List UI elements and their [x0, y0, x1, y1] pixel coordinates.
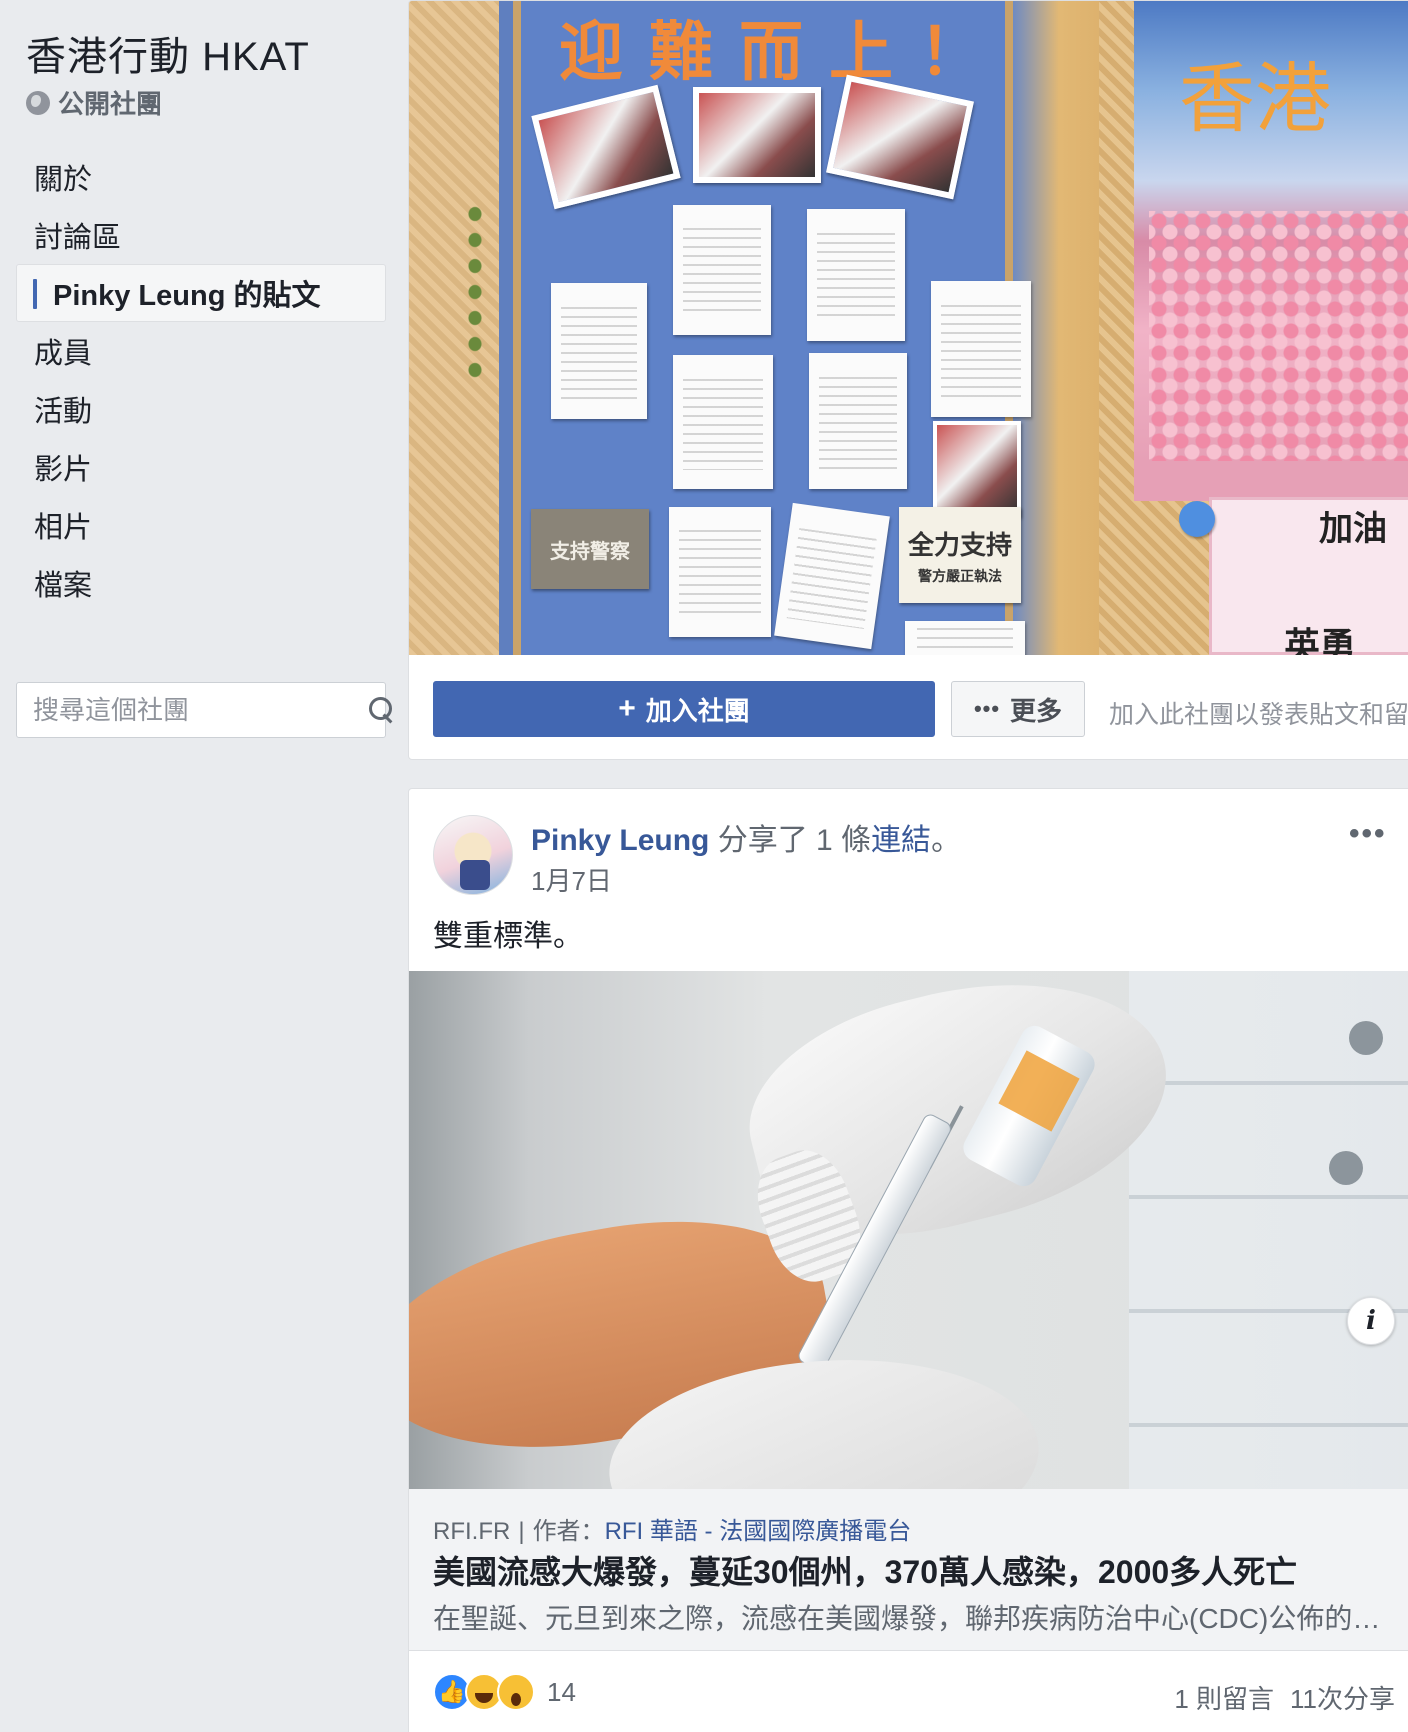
post-message: 雙重標準。: [433, 920, 583, 953]
more-button[interactable]: ••• 更多: [951, 681, 1085, 737]
search-input[interactable]: [33, 694, 368, 726]
support-sign: 全力支持 警方嚴正執法: [899, 507, 1021, 603]
info-icon[interactable]: i: [1347, 1297, 1395, 1345]
board-document: [774, 502, 890, 650]
board-document: [809, 353, 907, 489]
post-footer: 👍 14 1 則留言 11次分享: [409, 1651, 1408, 1732]
small-sign: 支持警察: [531, 509, 649, 589]
post-stats: 1 則留言 11次分享: [1174, 1679, 1395, 1716]
group-title[interactable]: 香港行動 HKAT: [26, 24, 310, 82]
group-sidebar: 香港行動 HKAT 公開社團 關於 討論區 Pinky Leung 的貼文 成員…: [0, 0, 408, 1732]
plant-decoration: [463, 201, 487, 381]
nav-item-discussion[interactable]: 討論區: [16, 206, 386, 264]
post-timestamp[interactable]: 1月7日: [531, 861, 612, 898]
board-document: [669, 507, 771, 637]
nav-item-about[interactable]: 關於: [16, 148, 386, 206]
link-source: RFI.FR | 作者：RFI 華語 - 法國國際廣播電台: [433, 1511, 911, 1546]
board-document: [931, 281, 1031, 417]
reaction-summary[interactable]: 👍 14: [433, 1673, 576, 1711]
nav-item-events[interactable]: 活動: [16, 380, 386, 438]
wow-reaction-icon: [497, 1673, 535, 1711]
board-title: 迎難而上！: [559, 15, 1009, 90]
board-photo: [933, 421, 1021, 517]
join-group-button[interactable]: + 加入社團: [433, 681, 935, 737]
board-document: [807, 209, 905, 341]
more-label: 更多: [1010, 695, 1063, 726]
link-author-prefix: 作者：: [532, 1518, 605, 1545]
link-description: 在聖誕、元旦到來之際，流感在美國爆發，聯邦疾病防治中心(CDC)公佈的最新數據顯…: [433, 1603, 1395, 1634]
post-options-icon[interactable]: •••: [1349, 817, 1387, 851]
board-document: [905, 621, 1025, 655]
group-search: [16, 682, 392, 738]
link-preview-meta[interactable]: RFI.FR | 作者：RFI 華語 - 法國國際廣播電台 美國流感大爆發，蔓延30…: [409, 1489, 1408, 1651]
post-header: Pinky Leung 分享了 1 條連結。: [531, 815, 961, 859]
cabinet-knob: [1329, 1151, 1363, 1185]
globe-icon: [26, 90, 50, 115]
heart-notes: [1149, 211, 1408, 461]
support-sign-subtext: 警方嚴正執法: [918, 568, 1002, 585]
join-hint: 加入此社團以發表貼文和留言: [1109, 701, 1408, 729]
cabinet-knob: [1349, 1021, 1383, 1055]
group-cover-card: 迎難而上！ 支持警察 全力支持 警方嚴正執法 香港 加油 英勇 + 加入社團 •…: [408, 0, 1408, 760]
plus-icon: +: [618, 692, 636, 725]
search-icon[interactable]: [368, 696, 392, 724]
nav-item-photos[interactable]: 相片: [16, 496, 386, 554]
author-avatar[interactable]: [433, 815, 513, 895]
post-action-text: 分享了 1 條: [717, 824, 872, 857]
post-action-link[interactable]: 連結: [871, 824, 931, 857]
link-author[interactable]: RFI 華語 - 法國國際廣播電台: [605, 1518, 912, 1545]
link-separator: |: [518, 1518, 525, 1545]
board-photo: [693, 87, 821, 183]
small-sign-text: 支持警察: [550, 538, 630, 563]
nav-item-member-posts[interactable]: Pinky Leung 的貼文: [16, 264, 386, 322]
cover-photo[interactable]: 迎難而上！ 支持警察 全力支持 警方嚴正執法 香港 加油 英勇: [409, 1, 1408, 655]
pushpin-icon: [1179, 501, 1215, 537]
poster-text: 香港: [1179, 54, 1331, 143]
post-card: Pinky Leung 分享了 1 條連結。 1月7日 ••• 雙重標準。 i …: [408, 788, 1408, 1732]
board-document: [673, 355, 773, 489]
author-name[interactable]: Pinky Leung: [531, 824, 709, 857]
share-count[interactable]: 11次分享: [1290, 1679, 1395, 1716]
nav-item-videos[interactable]: 影片: [16, 438, 386, 496]
group-nav: 關於 討論區 Pinky Leung 的貼文 成員 活動 影片 相片 檔案: [16, 148, 386, 612]
post-action-end: 。: [931, 824, 962, 857]
board-document: [673, 205, 771, 335]
board-document: [551, 283, 647, 419]
nav-item-members[interactable]: 成員: [16, 322, 386, 380]
more-dots-icon: •••: [973, 696, 1001, 721]
link-domain: RFI.FR: [433, 1518, 511, 1545]
pink-card-text-2: 英勇: [1284, 625, 1357, 655]
cover-actions: + 加入社團 ••• 更多 加入此社團以發表貼文和留言: [409, 655, 1408, 759]
join-group-label: 加入社團: [645, 695, 750, 726]
link-title: 美國流感大爆發，蔓延30個州，370萬人感染，2000多人死亡: [433, 1554, 1298, 1590]
link-preview-image[interactable]: [409, 971, 1408, 1489]
group-privacy: 公開社團: [26, 84, 162, 121]
nav-item-files[interactable]: 檔案: [16, 554, 386, 612]
reaction-count: 14: [547, 1676, 576, 1707]
pink-card-text: 加油: [1319, 509, 1387, 549]
privacy-label: 公開社團: [58, 89, 163, 119]
comment-count[interactable]: 1 則留言: [1174, 1679, 1274, 1716]
support-sign-text: 全力支持: [907, 530, 1012, 561]
